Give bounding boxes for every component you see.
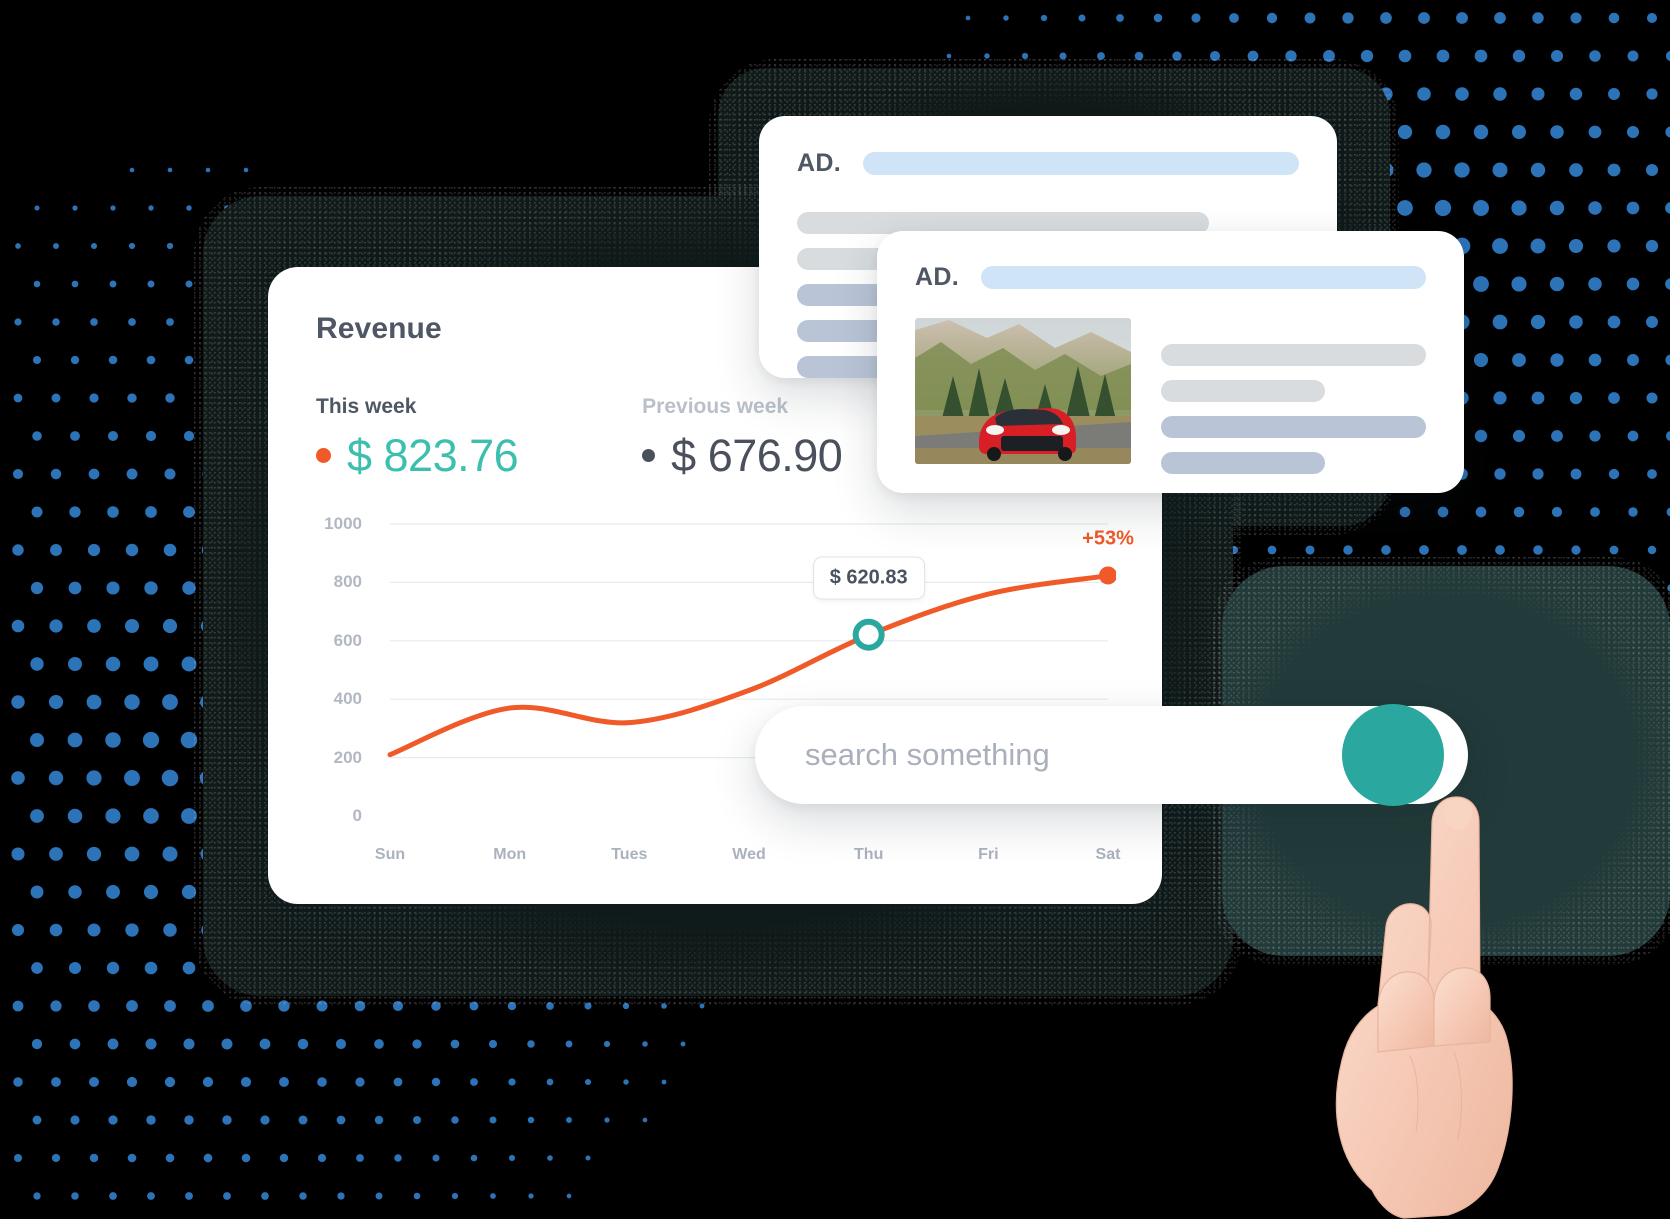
x-axis-tick-label: Tues [611, 846, 648, 863]
stat-previous-week: Previous week $ 676.90 [642, 395, 843, 481]
x-axis-tick-label: Sat [1095, 846, 1121, 863]
x-axis-tick-label: Sun [374, 846, 406, 863]
ad-headline-placeholder [862, 152, 1299, 175]
ad-card-2[interactable]: AD. [877, 231, 1464, 493]
chart-highlight-marker [852, 618, 885, 651]
x-axis-tick-label: Fri [978, 846, 999, 863]
x-axis-tick-label: Thu [854, 846, 884, 863]
ad-label: AD. [797, 149, 841, 177]
x-axis-tick-label: Mon [493, 846, 527, 863]
ad-headline-placeholder [980, 266, 1426, 289]
ad-card-2-body [915, 318, 1426, 474]
y-axis-tick-label: 600 [333, 630, 362, 650]
pointing-hand-illustration [1335, 796, 1513, 1219]
bullet-icon-this-week [316, 448, 331, 463]
y-axis-tick-label: 1000 [324, 514, 362, 533]
skeleton-row [1161, 416, 1426, 438]
stat-value-this-week: $ 823.76 [347, 430, 519, 481]
chart-tooltip: $ 620.83 [812, 556, 925, 600]
ad-label: AD. [915, 263, 959, 291]
revenue-line-chart: $ 620.83 +53% 0 200 400 600 800 1000 Sun Mon Tue… [316, 514, 1134, 876]
skeleton-row [1161, 452, 1326, 474]
chart-canvas [387, 523, 1116, 759]
y-axis-tick-label: 400 [333, 689, 362, 709]
stat-label-this-week: This week [316, 395, 417, 418]
bullet-icon-previous-week [642, 449, 656, 462]
stat-value-previous-week: $ 676.90 [671, 430, 843, 481]
car-photo-illustration [915, 318, 1131, 464]
stat-this-week: This week $ 823.76 [316, 395, 519, 481]
growth-badge: +53% [1082, 527, 1134, 550]
red-car-shape [979, 408, 1076, 461]
stat-label-previous-week: Previous week [642, 395, 789, 418]
stat-value-row-previous-week: $ 676.90 [642, 430, 843, 481]
y-axis-tick-label: 200 [333, 747, 362, 767]
chart-end-point-marker [1099, 566, 1116, 585]
skeleton-row [1161, 344, 1426, 366]
x-axis-tick-label: Wed [732, 846, 766, 863]
ad-card-2-header: AD. [915, 263, 1426, 292]
ad-thumbnail-image [915, 318, 1131, 464]
y-axis-tick-label: 0 [352, 806, 362, 825]
search-input[interactable] [805, 737, 1325, 773]
skeleton-row [1161, 380, 1326, 402]
y-axis-tick-label: 800 [333, 572, 362, 592]
ad-card-1-header: AD. [797, 149, 1299, 178]
ad-card-2-skeleton-rows [1161, 318, 1426, 474]
stat-value-row-this-week: $ 823.76 [316, 430, 519, 481]
